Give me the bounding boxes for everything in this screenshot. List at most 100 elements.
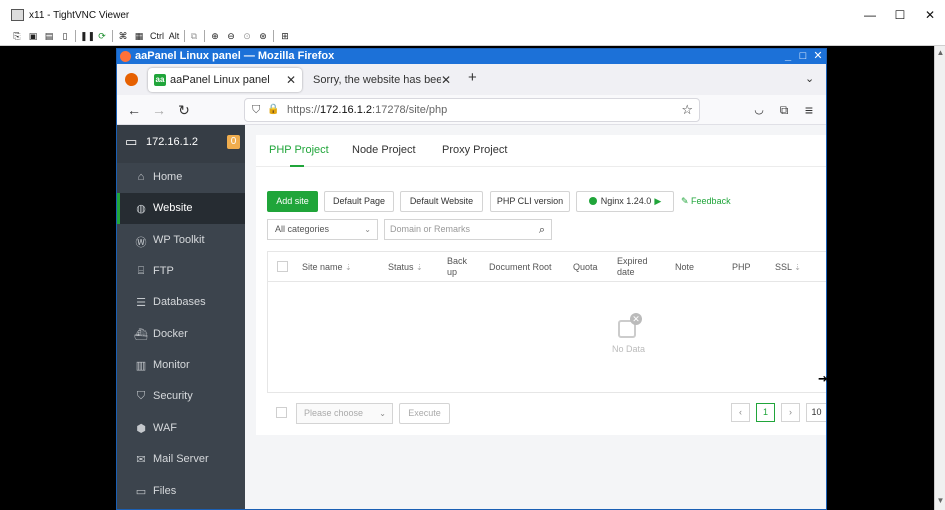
toolbar-separator <box>204 30 205 42</box>
folder-icon: ▭ <box>135 486 147 498</box>
tab-php-project[interactable]: PHP Project <box>269 144 329 156</box>
sidebar-item-security[interactable]: ⛉ Security <box>117 381 245 412</box>
info-icon[interactable]: ▯ <box>59 29 71 43</box>
save-icon[interactable]: ▣ <box>27 29 39 43</box>
sidebar-item-monitor[interactable]: ▥ Monitor <box>117 350 245 381</box>
extensions-icon[interactable]: ⧉ <box>775 101 793 119</box>
php-cli-version-button[interactable]: PHP CLI version <box>490 191 570 212</box>
tab-label: aaPanel Linux panel <box>170 74 270 86</box>
clipboard-icon[interactable]: ⧉ <box>188 29 200 43</box>
bookmark-star-icon[interactable]: ☆ <box>681 102 693 118</box>
tab-proxy-project[interactable]: Proxy Project <box>442 144 507 156</box>
site-panel: PHP Project Node Project Proxy Project A… <box>256 135 826 435</box>
select-all-checkbox[interactable] <box>277 261 288 272</box>
zoom-out-icon[interactable]: ⊖ <box>225 29 237 43</box>
maximize-icon[interactable]: □ <box>797 49 809 64</box>
feedback-link[interactable]: ✎ Feedback <box>681 196 731 207</box>
list-tabs-icon[interactable]: ⌄ <box>805 72 814 85</box>
next-page-icon[interactable]: › <box>781 403 800 422</box>
search-input[interactable]: Domain or Remarks ⌕ <box>384 219 552 240</box>
play-icon: ▶ <box>654 196 662 206</box>
category-select[interactable]: All categories ⌄ <box>267 219 378 240</box>
firefox-view-icon[interactable] <box>125 73 138 86</box>
scroll-up-icon[interactable]: ▲ <box>935 48 945 57</box>
zoom-100-icon[interactable]: ⊙ <box>241 29 253 43</box>
lock-icon[interactable]: 🔒 <box>267 104 279 115</box>
zoom-in-icon[interactable]: ⊕ <box>209 29 221 43</box>
page-content: ▭ 172.16.1.2 0 ⌂ Home ◍ Website Ⓦ WP Toolki… <box>117 125 826 509</box>
vnc-window-title: x11 - TightVNC Viewer <box>29 10 130 21</box>
notification-badge[interactable]: 0 <box>227 135 240 149</box>
waf-icon: ⬢ <box>136 423 146 435</box>
options-icon[interactable]: ▤ <box>43 29 55 43</box>
new-connection-icon[interactable]: ⎘ <box>11 29 23 43</box>
col-status[interactable]: Status ⇣ <box>388 262 423 273</box>
minimize-icon[interactable]: _ <box>782 49 794 64</box>
ctrl-alt-del-icon[interactable]: ⌘ <box>117 29 129 43</box>
pocket-icon[interactable]: ◡ <box>750 101 768 119</box>
forward-icon[interactable]: → <box>150 101 168 119</box>
sort-icon: ⇣ <box>345 263 352 272</box>
page-size-select[interactable]: 10 <box>806 403 826 422</box>
sidebar-item-label: Mail Server <box>153 453 209 465</box>
execute-button[interactable]: Execute <box>399 403 450 424</box>
firefox-window: aaPanel Linux panel — Mozilla Firefox _ … <box>116 48 827 510</box>
pause-icon[interactable]: ❚❚ <box>80 29 95 43</box>
minimize-icon[interactable]: — <box>860 7 880 23</box>
tab-aapanel[interactable]: aa aaPanel Linux panel ✕ <box>148 68 302 92</box>
alt-key-button[interactable]: Alt <box>167 29 181 43</box>
category-value: All categories <box>275 224 330 234</box>
zoom-fit-icon[interactable]: ⊛ <box>257 29 269 43</box>
sidebar-item-ftp[interactable]: ⌸ FTP <box>117 256 245 287</box>
ctrl-key-button[interactable]: Ctrl <box>149 29 165 43</box>
tab-node-project[interactable]: Node Project <box>352 144 416 156</box>
tab-sorry[interactable]: Sorry, the website has been ✕ <box>307 68 457 92</box>
start-menu-icon[interactable]: ▦ <box>133 29 145 43</box>
sidebar-item-label: Docker <box>153 328 188 340</box>
default-page-button[interactable]: Default Page <box>324 191 394 212</box>
tracking-protection-icon[interactable]: ⛉ <box>252 104 260 117</box>
add-site-button[interactable]: Add site <box>267 191 318 212</box>
page-button[interactable]: 1 <box>756 403 775 422</box>
sidebar-item-waf[interactable]: ⬢ WAF <box>117 413 245 444</box>
back-icon[interactable]: ← <box>125 101 143 119</box>
close-icon[interactable]: ✕ <box>812 49 824 64</box>
refresh-icon[interactable]: ⟳ <box>96 29 108 43</box>
sidebar-item-databases[interactable]: ☰ Databases <box>117 287 245 318</box>
col-document-root: Document Root <box>489 262 552 272</box>
sidebar-item-label: Security <box>153 390 193 402</box>
sidebar-item-home[interactable]: ⌂ Home <box>117 162 245 193</box>
sidebar-item-mail-server[interactable]: ✉ Mail Server <box>117 444 245 475</box>
sidebar-item-wp-toolkit[interactable]: Ⓦ WP Toolkit <box>117 225 245 256</box>
close-tab-icon[interactable]: ✕ <box>286 68 296 92</box>
close-circle-icon: ✕ <box>630 313 642 325</box>
active-tab-indicator <box>290 165 304 167</box>
nginx-button[interactable]: Nginx 1.24.0 ▶ <box>576 191 674 212</box>
sidebar-item-files[interactable]: ▭ Files <box>117 476 245 507</box>
batch-checkbox[interactable] <box>276 407 287 418</box>
default-website-button[interactable]: Default Website <box>400 191 483 212</box>
batch-action-select[interactable]: Please choose ⌄ <box>296 403 393 424</box>
col-site-name[interactable]: Site name ⇣ <box>302 262 352 273</box>
no-data-text: No Data <box>612 344 646 354</box>
scroll-down-icon[interactable]: ▼ <box>935 496 945 505</box>
col-ssl[interactable]: SSL ⇣ <box>775 262 801 273</box>
sidebar-item-website[interactable]: ◍ Website <box>117 193 245 224</box>
sidebar-item-docker[interactable]: ⛴ Docker <box>117 319 245 350</box>
col-php: PHP <box>732 262 751 272</box>
close-icon[interactable]: ✕ <box>920 7 940 23</box>
fullscreen-icon[interactable]: ⊞ <box>279 29 291 43</box>
host-ip: 172.16.1.2 <box>146 136 198 148</box>
reload-icon[interactable]: ↻ <box>175 101 193 119</box>
vnc-scrollbar[interactable]: ▲ ▼ <box>934 46 945 510</box>
new-tab-icon[interactable]: + <box>468 69 477 86</box>
sidebar-host[interactable]: ▭ 172.16.1.2 0 <box>117 125 245 163</box>
url-bar[interactable]: ⛉ 🔒 https://172.16.1.2:17278/site/php ☆ <box>244 98 700 122</box>
search-icon[interactable]: ⌕ <box>539 221 545 240</box>
close-tab-icon[interactable]: ✕ <box>441 68 451 92</box>
nginx-version: Nginx 1.24.0 <box>600 196 652 206</box>
sidebar-item-label: Home <box>153 171 183 183</box>
maximize-icon[interactable]: ☐ <box>890 7 910 23</box>
menu-icon[interactable]: ≡ <box>800 101 818 119</box>
prev-page-icon[interactable]: ‹ <box>731 403 750 422</box>
